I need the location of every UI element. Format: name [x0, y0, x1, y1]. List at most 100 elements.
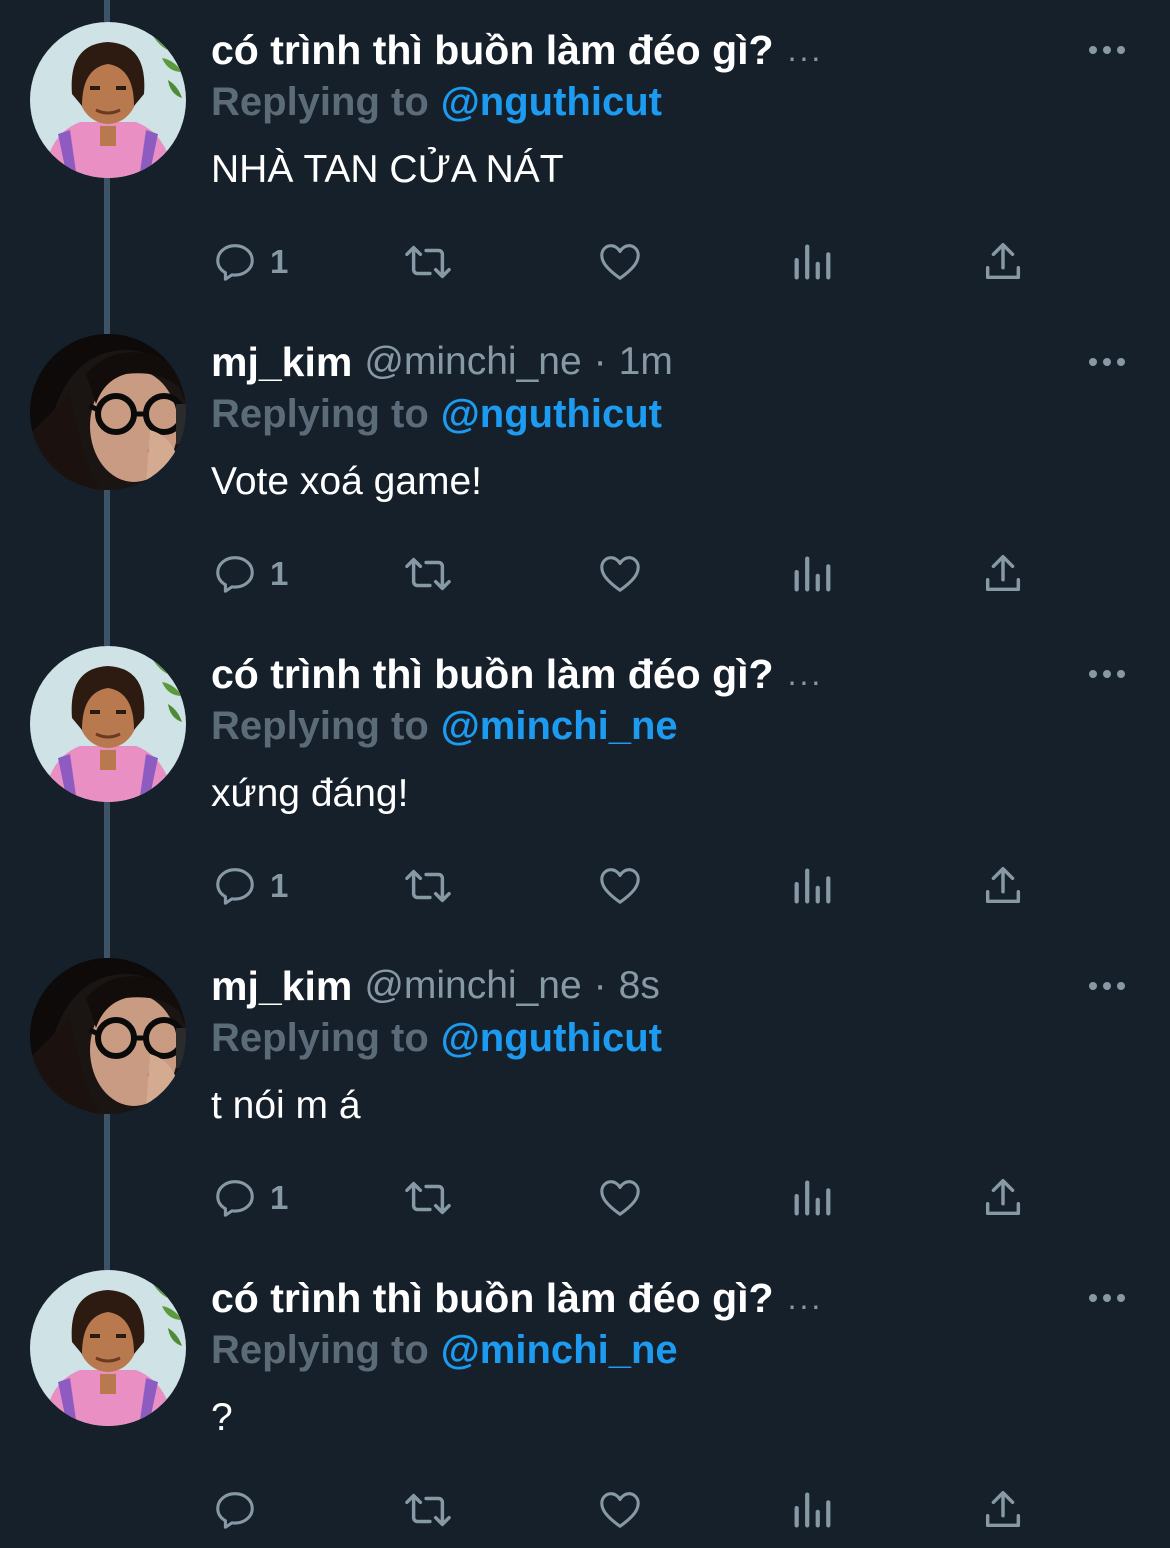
retweet-button[interactable] [400, 548, 456, 600]
retweet-button[interactable] [400, 236, 456, 288]
views-chart-icon [794, 244, 831, 280]
retweet-button[interactable] [400, 860, 456, 912]
views-button[interactable] [790, 1172, 834, 1224]
more-options-icon[interactable] [1088, 664, 1126, 684]
display-name[interactable]: mj_kim [211, 963, 352, 1010]
more-options-icon[interactable] [1088, 40, 1126, 60]
timestamp[interactable]: 8s [619, 964, 660, 1008]
like-button[interactable] [596, 1172, 644, 1224]
share-icon [985, 243, 1021, 280]
views-chart-icon [794, 1180, 831, 1216]
reply-button[interactable] [212, 1484, 270, 1536]
retweet-button[interactable] [400, 1484, 456, 1536]
views-button[interactable] [790, 548, 834, 600]
avatar[interactable] [30, 1270, 186, 1426]
tweet[interactable]: có trình thì buồn làm đéo gì? ... Replyi… [0, 0, 1170, 312]
replying-to-line: Replying to @nguthicut [211, 388, 662, 440]
tweet-text: xứng đáng! [211, 772, 409, 815]
heart-icon [600, 244, 640, 280]
replying-to-label: Replying to [211, 703, 429, 748]
replying-to-label: Replying to [211, 1015, 429, 1060]
action-bar: 1 [0, 230, 1170, 294]
tweet[interactable]: mj_kim @minchi_ne · 8s Replying to @ngut… [0, 936, 1170, 1248]
avatar[interactable] [30, 334, 186, 490]
share-button[interactable] [980, 1484, 1026, 1536]
views-button[interactable] [790, 1484, 834, 1536]
share-icon [985, 555, 1021, 592]
reply-icon [216, 1180, 254, 1217]
dora-meme-avatar [30, 1270, 186, 1426]
display-name[interactable]: có trình thì buồn làm đéo gì? [211, 651, 774, 698]
replying-to-line: Replying to @nguthicut [211, 1012, 662, 1064]
truncation-ellipsis: ... [787, 1279, 824, 1316]
replying-to-handle-link[interactable]: @nguthicut [441, 392, 662, 437]
retweet-icon [405, 1493, 451, 1527]
reply-button[interactable]: 1 [212, 236, 288, 288]
replying-to-line: Replying to @minchi_ne [211, 700, 678, 752]
share-icon [985, 867, 1021, 904]
tweet-text: t nói m á [211, 1084, 361, 1127]
replying-to-handle-link[interactable]: @minchi_ne [441, 1328, 678, 1373]
views-chart-icon [794, 556, 831, 592]
more-options-icon[interactable] [1088, 976, 1126, 996]
tweet[interactable]: có trình thì buồn làm đéo gì? ... Replyi… [0, 1248, 1170, 1548]
thread-line [104, 312, 110, 334]
like-button[interactable] [596, 860, 644, 912]
reply-button[interactable]: 1 [212, 548, 288, 600]
share-icon [985, 1491, 1021, 1528]
like-button[interactable] [596, 548, 644, 600]
reply-count: 1 [270, 243, 289, 280]
timestamp[interactable]: 1m [619, 340, 673, 384]
tweet-header: có trình thì buồn làm đéo gì? ... [211, 646, 823, 702]
reply-button[interactable]: 1 [212, 1172, 288, 1224]
replying-to-handle-link[interactable]: @nguthicut [441, 1016, 662, 1061]
action-bar: 1 [0, 854, 1170, 918]
action-bar: 1 [0, 1166, 1170, 1230]
more-options-icon[interactable] [1088, 1288, 1126, 1308]
heart-icon [600, 1492, 640, 1528]
reply-count: 1 [270, 867, 289, 904]
reply-button[interactable]: 1 [212, 860, 288, 912]
reply-count: 1 [270, 1179, 289, 1216]
views-button[interactable] [790, 236, 834, 288]
tweet[interactable]: mj_kim @minchi_ne · 1m Replying to @ngut… [0, 312, 1170, 624]
replying-to-handle-link[interactable]: @minchi_ne [441, 704, 678, 749]
separator-dot: · [593, 340, 607, 383]
display-name[interactable]: mj_kim [211, 339, 352, 386]
more-options-icon[interactable] [1088, 352, 1126, 372]
avatar[interactable] [30, 958, 186, 1114]
tweet-header: mj_kim @minchi_ne · 8s [211, 958, 660, 1014]
thread-line [104, 0, 110, 22]
share-button[interactable] [980, 548, 1026, 600]
display-name[interactable]: có trình thì buồn làm đéo gì? [211, 1275, 774, 1322]
reply-icon [216, 556, 254, 593]
reply-icon [216, 244, 254, 281]
girl-glasses-avatar [30, 334, 186, 490]
views-button[interactable] [790, 860, 834, 912]
tweet-text: Vote xoá game! [211, 460, 483, 503]
heart-icon [600, 556, 640, 592]
avatar[interactable] [30, 22, 186, 178]
action-bar [0, 1478, 1170, 1542]
replying-to-handle-link[interactable]: @nguthicut [441, 80, 662, 125]
display-name[interactable]: có trình thì buồn làm đéo gì? [211, 27, 774, 74]
retweet-button[interactable] [400, 1172, 456, 1224]
dora-meme-avatar [30, 22, 186, 178]
user-handle[interactable]: @minchi_ne [364, 340, 581, 384]
like-button[interactable] [596, 1484, 644, 1536]
like-button[interactable] [596, 236, 644, 288]
avatar[interactable] [30, 646, 186, 802]
truncation-ellipsis: ... [787, 655, 824, 692]
share-button[interactable] [980, 236, 1026, 288]
heart-icon [600, 868, 640, 904]
tweet[interactable]: có trình thì buồn làm đéo gì? ... Replyi… [0, 624, 1170, 936]
share-button[interactable] [980, 860, 1026, 912]
user-handle[interactable]: @minchi_ne [364, 964, 581, 1008]
views-chart-icon [794, 868, 831, 904]
tweet-text: NHÀ TAN CỬA NÁT [211, 148, 564, 191]
girl-glasses-avatar [30, 958, 186, 1114]
action-bar: 1 [0, 542, 1170, 606]
share-button[interactable] [980, 1172, 1026, 1224]
thread-line [104, 936, 110, 958]
tweet-header: mj_kim @minchi_ne · 1m [211, 334, 673, 390]
